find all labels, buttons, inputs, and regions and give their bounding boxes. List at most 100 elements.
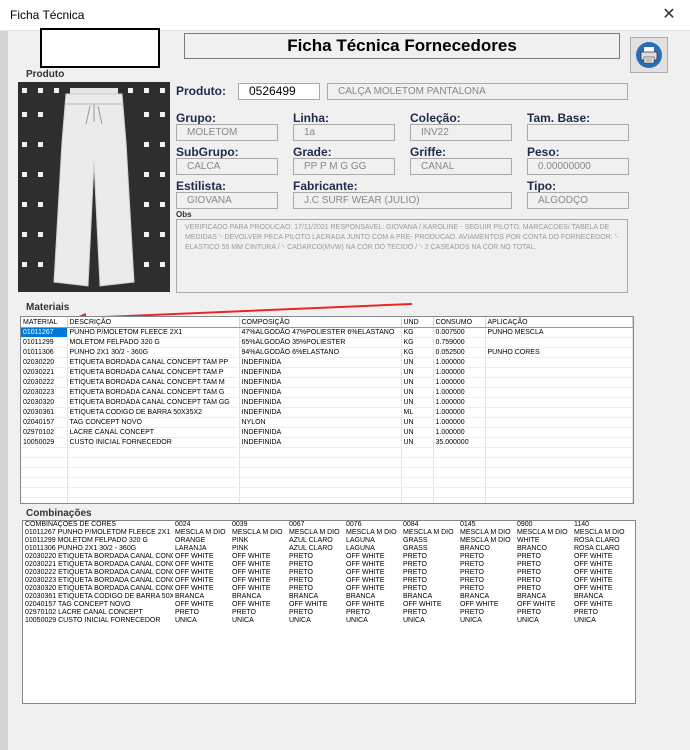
table-cell[interactable]: 65%ALGODÃO 35%POLIESTER — [239, 337, 402, 348]
table-cell[interactable]: 1.000000 — [433, 387, 486, 398]
table-cell[interactable]: 02030361 — [21, 407, 68, 418]
table-cell[interactable]: ETIQUETA BORDADA CANAL CONCEPT TAM G — [67, 387, 240, 398]
table-cell[interactable] — [485, 357, 633, 368]
table-cell[interactable]: 1.000000 — [433, 367, 486, 378]
table-cell[interactable] — [485, 337, 633, 348]
table-cell[interactable] — [485, 387, 633, 398]
list-item[interactable]: 02030223 ETIQUETA BORDADA CANAL CONC OFF … — [23, 577, 635, 585]
list-item[interactable]: 02030361 ETIQUETA CODIGO DE BARRA 50X BRA… — [23, 593, 635, 601]
table-cell[interactable]: 0.052500 — [433, 347, 486, 358]
table-cell[interactable] — [485, 417, 633, 428]
list-item[interactable]: COMBINAÇÕES DE CORES 0024 0039 0067 0076 0084… — [23, 521, 635, 529]
table-cell[interactable]: INDEFINIDA — [239, 387, 402, 398]
table-cell[interactable]: INDEFINIDA — [239, 437, 402, 448]
list-item[interactable]: 02970102 LACRE CANAL CONCEPT PRETO PRETO PR… — [23, 609, 635, 617]
table-row[interactable]: 02030222 ETIQUETA BORDADA CANAL CONCEPT T… — [21, 377, 633, 388]
table-row[interactable]: 02030220 ETIQUETA BORDADA CANAL CONCEPT T… — [21, 357, 633, 368]
table-cell[interactable]: MOLETOM FELPADO 320 G — [67, 337, 240, 348]
list-item[interactable]: 01011299 MOLETOM FELPADO 320 G ORANGE PINK… — [23, 537, 635, 545]
table-cell[interactable]: PUNHO P/MOLETOM FLEECE 2X1 — [67, 327, 240, 338]
table-cell[interactable]: PUNHO CORES — [485, 347, 633, 358]
table-cell[interactable]: NYLON — [239, 417, 402, 428]
table-cell[interactable]: ML — [401, 407, 434, 418]
list-item[interactable]: 02030222 ETIQUETA BORDADA CANAL CONC OFF … — [23, 569, 635, 577]
table-cell[interactable]: UN — [401, 427, 434, 438]
table-cell[interactable]: TAG CONCEPT NOVO — [67, 417, 240, 428]
table-cell[interactable]: ETIQUETA BORDADA CANAL CONCEPT TAM GG — [67, 397, 240, 408]
table-cell[interactable]: UN — [401, 397, 434, 408]
table-row[interactable]: 02030361 ETIQUETA CODIGO DE BARRA 50X35X2… — [21, 407, 633, 418]
table-cell[interactable]: 01011306 — [21, 347, 68, 358]
table-cell[interactable]: 47%ALGODÃO 47%POLIESTER 6%ELASTANO — [239, 327, 402, 338]
table-row[interactable]: 10050029 CUSTO INICIAL FORNECEDOR INDEFINI… — [21, 437, 633, 448]
table-cell[interactable]: 10050029 — [21, 437, 68, 448]
table-cell[interactable]: 02970102 — [21, 427, 68, 438]
table-cell[interactable]: 01011267 — [21, 327, 68, 338]
table-cell[interactable]: INDEFINIDA — [239, 357, 402, 368]
table-cell[interactable]: 1.000000 — [433, 417, 486, 428]
table-cell[interactable]: 1.000000 — [433, 397, 486, 408]
table-cell[interactable]: 1.000000 — [433, 377, 486, 388]
table-cell[interactable]: PUNHO MESCLA — [485, 327, 633, 338]
table-cell[interactable]: 35.000000 — [433, 437, 486, 448]
table-cell[interactable]: KG — [401, 347, 434, 358]
table-cell[interactable]: KG — [401, 327, 434, 338]
table-cell[interactable]: UN — [401, 367, 434, 378]
table-row[interactable]: 02970102 LACRE CANAL CONCEPT INDEFINIDA UN 1… — [21, 427, 633, 438]
table-cell[interactable]: PUNHO 2X1 30/2 - 360G — [67, 347, 240, 358]
table-cell[interactable]: 02040157 — [21, 417, 68, 428]
list-item[interactable]: 02030221 ETIQUETA BORDADA CANAL CONC OFF … — [23, 561, 635, 569]
table-cell[interactable]: 02030223 — [21, 387, 68, 398]
table-cell[interactable]: 0.759000 — [433, 337, 486, 348]
column-header[interactable]: DESCRIÇÃO — [67, 317, 240, 328]
list-item[interactable]: 02030220 ETIQUETA BORDADA CANAL CONC OFF … — [23, 553, 635, 561]
table-row[interactable]: 02030221 ETIQUETA BORDADA CANAL CONCEPT T… — [21, 367, 633, 378]
materiais-grid[interactable]: MATERIAL DESCRIÇÃO COMPOSIÇÃO UND CONSUM… — [20, 316, 634, 504]
column-header[interactable]: APLICAÇÃO — [485, 317, 633, 328]
column-header[interactable]: COMPOSIÇÃO — [239, 317, 402, 328]
combinacoes-list[interactable]: COMBINAÇÕES DE CORES 0024 0039 0067 0076 0084… — [22, 520, 636, 704]
table-cell[interactable]: UN — [401, 437, 434, 448]
table-cell[interactable] — [485, 427, 633, 438]
table-cell[interactable]: 02030320 — [21, 397, 68, 408]
table-cell[interactable]: 94%ALGODÃO 6%ELASTANO — [239, 347, 402, 358]
column-header[interactable]: MATERIAL — [21, 317, 68, 328]
table-cell[interactable]: LACRE CANAL CONCEPT — [67, 427, 240, 438]
table-cell[interactable]: ETIQUETA CODIGO DE BARRA 50X35X2 — [67, 407, 240, 418]
list-item[interactable]: 02030320 ETIQUETA BORDADA CANAL CONC OFF … — [23, 585, 635, 593]
table-row[interactable]: 02030223 ETIQUETA BORDADA CANAL CONCEPT T… — [21, 387, 633, 398]
table-cell[interactable]: ETIQUETA BORDADA CANAL CONCEPT TAM PP — [67, 357, 240, 368]
table-cell[interactable]: INDEFINIDA — [239, 377, 402, 388]
table-cell[interactable]: 0.007500 — [433, 327, 486, 338]
table-cell[interactable]: 1.000000 — [433, 427, 486, 438]
table-cell[interactable] — [485, 377, 633, 388]
table-cell[interactable]: ETIQUETA BORDADA CANAL CONCEPT TAM M — [67, 377, 240, 388]
table-cell[interactable]: INDEFINIDA — [239, 407, 402, 418]
table-cell[interactable]: CUSTO INICIAL FORNECEDOR — [67, 437, 240, 448]
table-cell[interactable]: INDEFINIDA — [239, 427, 402, 438]
table-cell[interactable]: UN — [401, 357, 434, 368]
table-cell[interactable]: 02030220 — [21, 357, 68, 368]
list-item[interactable]: 01011267 PUNHO P/MOLETOM FLEECE 2X1 MESCL… — [23, 529, 635, 537]
table-row[interactable]: 01011299 MOLETOM FELPADO 320 G 65%ALGODÃO … — [21, 337, 633, 348]
table-row[interactable]: 02040157 TAG CONCEPT NOVO NYLON UN 1.000000 — [21, 417, 633, 428]
table-cell[interactable]: 02030222 — [21, 377, 68, 388]
table-row[interactable]: 02030320 ETIQUETA BORDADA CANAL CONCEPT T… — [21, 397, 633, 408]
list-item[interactable]: 10050029 CUSTO INICIAL FORNECEDOR UNICA UN… — [23, 617, 635, 625]
table-cell[interactable] — [485, 367, 633, 378]
table-cell[interactable]: 1.000000 — [433, 357, 486, 368]
column-header[interactable]: CONSUMO — [433, 317, 486, 328]
table-cell[interactable]: UN — [401, 417, 434, 428]
table-cell[interactable] — [485, 397, 633, 408]
table-cell[interactable]: KG — [401, 337, 434, 348]
table-cell[interactable]: 02030221 — [21, 367, 68, 378]
table-row[interactable]: 01011306 PUNHO 2X1 30/2 - 360G 94%ALGODÃO … — [21, 347, 633, 358]
table-cell[interactable] — [485, 437, 633, 448]
column-header[interactable]: UND — [401, 317, 434, 328]
table-cell[interactable]: INDEFINIDA — [239, 367, 402, 378]
table-cell[interactable]: ETIQUETA BORDADA CANAL CONCEPT TAM P — [67, 367, 240, 378]
table-row[interactable]: 01011267 PUNHO P/MOLETOM FLEECE 2X1 47%ALG… — [21, 327, 633, 338]
table-cell[interactable]: INDEFINIDA — [239, 397, 402, 408]
list-item[interactable]: 01011306 PUNHO 2X1 30/2 - 360G LARANJA PIN… — [23, 545, 635, 553]
table-cell[interactable]: UN — [401, 387, 434, 398]
